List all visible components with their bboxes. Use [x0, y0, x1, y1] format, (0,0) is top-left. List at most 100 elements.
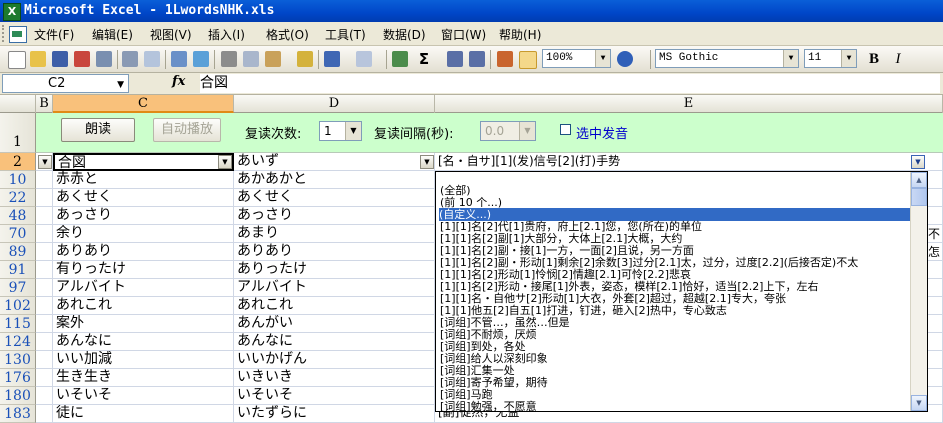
autoplay-button[interactable]: 自动播放 [153, 118, 221, 142]
cell-d[interactable]: あかあかと [234, 171, 435, 189]
bold-button[interactable]: B [866, 51, 882, 67]
help-icon[interactable] [617, 51, 633, 67]
row-header[interactable]: 89 [0, 243, 36, 261]
font-combo[interactable]: MS Gothic ▼ [655, 49, 799, 68]
zoom-dropdown-icon[interactable]: ▼ [595, 50, 610, 67]
cell-b[interactable] [36, 387, 53, 405]
column-header-c[interactable]: C [53, 95, 234, 113]
read-button[interactable]: 朗读 [61, 118, 135, 142]
name-box-dropdown-icon[interactable]: ▼ [117, 77, 124, 94]
row-header[interactable]: 180 [0, 387, 36, 405]
cell-c[interactable]: アルバイト [53, 279, 234, 297]
hyperlink-icon[interactable] [392, 51, 408, 67]
cell-b[interactable] [36, 351, 53, 369]
cell-c[interactable]: 赤赤と [53, 171, 234, 189]
repeat-interval-select[interactable]: 0.0 ▼ [480, 121, 536, 141]
filter-dropdown-d-icon[interactable]: ▼ [420, 155, 434, 169]
select-sound-label[interactable]: 选中发音 [576, 123, 628, 142]
fx-icon[interactable]: fx [172, 74, 185, 89]
cell-d[interactable]: いきいき [234, 369, 435, 387]
cell-c[interactable]: あれこれ [53, 297, 234, 315]
cell-e2[interactable]: [名・自サ][1](发)信号[2](打)手势 [435, 153, 943, 171]
print-preview-icon[interactable] [122, 51, 138, 67]
row-header[interactable]: 130 [0, 351, 36, 369]
cell-b[interactable] [36, 369, 53, 387]
cell-b[interactable] [36, 261, 53, 279]
drawing-icon[interactable] [519, 51, 537, 69]
row-header[interactable]: 48 [0, 207, 36, 225]
column-header-d[interactable]: D [234, 95, 435, 113]
cell-d[interactable]: いいかげん [234, 351, 435, 369]
cut-icon[interactable] [221, 51, 237, 67]
row-header[interactable]: 22 [0, 189, 36, 207]
font-size-combo[interactable]: 11 ▼ [804, 49, 857, 68]
cell-b[interactable] [36, 333, 53, 351]
cell-b[interactable] [36, 243, 53, 261]
name-box[interactable]: C2 ▼ [2, 74, 129, 93]
font-dropdown-icon[interactable]: ▼ [783, 50, 798, 67]
menu-tools[interactable]: 工具(T) [325, 26, 366, 43]
row-header[interactable]: 70 [0, 225, 36, 243]
cell-c[interactable]: 生き生き [53, 369, 234, 387]
filter-dropdown-c-icon[interactable]: ▼ [218, 155, 232, 169]
cell-d2[interactable]: あいず [234, 153, 435, 171]
zoom-combo[interactable]: 100% ▼ [542, 49, 611, 68]
cell-b[interactable] [36, 171, 53, 189]
italic-button[interactable]: I [890, 51, 906, 67]
spelling-icon[interactable] [171, 51, 187, 67]
menu-edit[interactable]: 编辑(E) [92, 26, 133, 43]
menu-file[interactable]: 文件(F) [34, 26, 74, 43]
cell-c[interactable]: あっさり [53, 207, 234, 225]
research-icon[interactable] [193, 51, 209, 67]
dropdown-scrollbar[interactable]: ▲ ▼ [910, 172, 927, 411]
row-header[interactable]: 102 [0, 297, 36, 315]
cell-b[interactable] [36, 279, 53, 297]
menu-help[interactable]: 帮助(H) [499, 26, 541, 43]
redo-icon[interactable] [356, 51, 372, 67]
sort-descending-icon[interactable] [469, 51, 485, 67]
cell-c[interactable]: ありあり [53, 243, 234, 261]
formula-input[interactable]: 合図 [200, 74, 940, 93]
excel-app-icon[interactable]: X [3, 3, 21, 21]
row-header[interactable]: 91 [0, 261, 36, 279]
row-header[interactable]: 10 [0, 171, 36, 189]
row-header[interactable]: 97 [0, 279, 36, 297]
menu-view[interactable]: 视图(V) [150, 26, 192, 43]
scroll-down-icon[interactable]: ▼ [911, 395, 927, 411]
cell-b[interactable] [36, 297, 53, 315]
cell-b[interactable] [36, 315, 53, 333]
cell-b[interactable] [36, 405, 53, 423]
cell-d[interactable]: あれこれ [234, 297, 435, 315]
row-header[interactable]: 1 [0, 113, 36, 153]
cell-c2[interactable]: 合図 [53, 153, 234, 171]
row-header[interactable]: 2 [0, 153, 36, 171]
workbook-icon[interactable] [9, 26, 27, 43]
cell-b[interactable] [36, 225, 53, 243]
scroll-thumb[interactable] [911, 188, 927, 206]
chart-wizard-icon[interactable] [497, 51, 513, 67]
select-all-corner[interactable] [0, 95, 36, 113]
format-painter-icon[interactable] [297, 51, 313, 67]
copy-icon[interactable] [243, 51, 259, 67]
print-icon[interactable] [96, 51, 112, 67]
dropdown-item[interactable]: [词组]勉强，不愿意 [440, 400, 537, 411]
cell-c[interactable]: 案外 [53, 315, 234, 333]
cell-d[interactable]: ありったけ [234, 261, 435, 279]
paste-icon[interactable] [265, 51, 281, 67]
cell-d[interactable]: アルバイト [234, 279, 435, 297]
new-icon[interactable] [8, 51, 26, 69]
menu-insert[interactable]: 插入(I) [208, 26, 245, 43]
row-header[interactable]: 124 [0, 333, 36, 351]
font-size-dropdown-icon[interactable]: ▼ [841, 50, 856, 67]
autofilter-dropdown-list[interactable]: (全部) (前 10 个...) (自定义...) [1][1]名[2]代[1]贵府，… [435, 171, 928, 412]
save-icon[interactable] [52, 51, 68, 67]
cell-c[interactable]: あくせく [53, 189, 234, 207]
row-header[interactable]: 115 [0, 315, 36, 333]
cell-c[interactable]: いそいそ [53, 387, 234, 405]
menu-data[interactable]: 数据(D) [383, 26, 426, 43]
cell-d[interactable]: あんなに [234, 333, 435, 351]
cell-d[interactable]: あんがい [234, 315, 435, 333]
cell-b[interactable] [36, 189, 53, 207]
filter-dropdown-e-icon[interactable]: ▼ [911, 155, 925, 169]
column-header-e[interactable]: E [435, 95, 943, 113]
